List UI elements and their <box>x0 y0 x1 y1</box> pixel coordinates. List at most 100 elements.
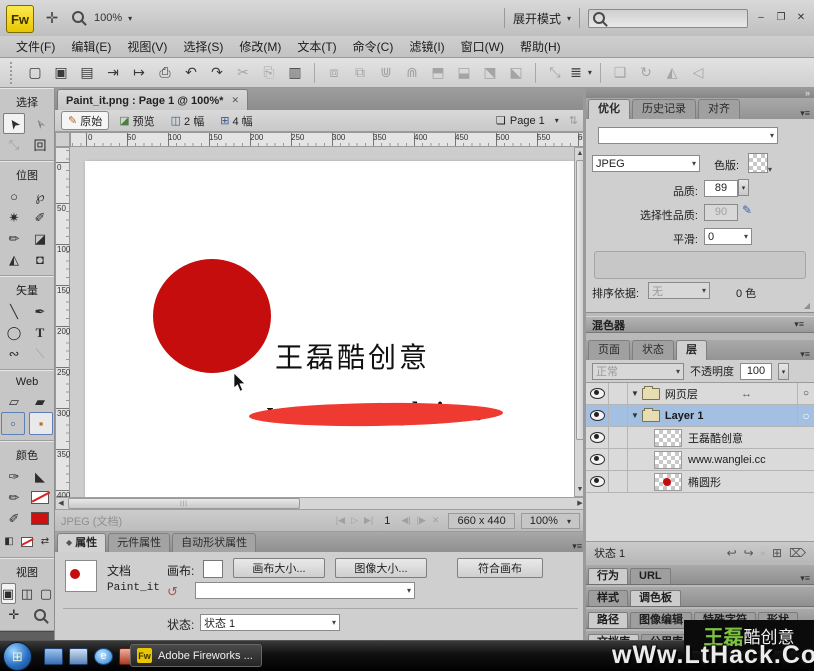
mixer-panel-bar[interactable]: 混色器 ▾≡ <box>586 316 814 333</box>
subselection-tool[interactable]: ➣ <box>29 113 51 134</box>
tab-pages[interactable]: 页面 <box>588 340 630 360</box>
resize-grip-icon[interactable]: ◢ <box>804 301 810 310</box>
menu-select[interactable]: 选择(S) <box>175 36 231 58</box>
show-desktop-icon[interactable] <box>44 648 63 665</box>
zoom-tool-icon[interactable] <box>72 11 84 26</box>
line-tool[interactable]: ╲ <box>3 301 25 322</box>
start-button[interactable]: ⊞ <box>3 642 32 671</box>
eraser-tool[interactable]: ◪ <box>29 228 51 249</box>
canvas-page[interactable]: 王磊酷创意 www.wanglei.cc <box>85 161 574 497</box>
four-up-view-button[interactable]: ⊞4 幅 <box>214 112 258 129</box>
search-input[interactable] <box>588 9 748 28</box>
object-row-ellipse[interactable]: 椭圆形 <box>586 471 814 493</box>
optimize-panel-menu-icon[interactable]: ▾≡ <box>800 108 814 119</box>
default-colors-button[interactable]: ◧ <box>2 531 16 552</box>
switch-windows-icon[interactable] <box>69 648 88 665</box>
zoom-level-dropdown-icon[interactable]: ▾ <box>128 14 132 23</box>
paste-button[interactable]: ▥ <box>283 62 307 84</box>
minimize-button[interactable]: – <box>754 12 768 24</box>
show-slices-button[interactable]: ▪ <box>29 412 53 435</box>
fill-color-swatch[interactable] <box>29 508 51 529</box>
red-circle-object[interactable] <box>153 259 271 373</box>
menu-edit[interactable]: 编辑(E) <box>63 36 119 58</box>
zoom-indicator[interactable]: 100% ▾ <box>521 513 580 529</box>
ruler-origin-corner[interactable] <box>55 132 70 147</box>
layer-row-web-layer[interactable]: ▼ 网页层 ↔ ○ <box>586 383 814 405</box>
text-tool[interactable]: T <box>29 322 51 343</box>
tab-url[interactable]: URL <box>630 568 671 584</box>
menu-modify[interactable]: 修改(M) <box>231 36 289 58</box>
menu-help[interactable]: 帮助(H) <box>512 36 569 58</box>
object-name[interactable]: 王磊酷创意 <box>688 430 743 446</box>
workspace-dropdown-icon[interactable]: ▾ <box>567 14 571 23</box>
flip-horizontal-button[interactable]: ◁ <box>686 62 710 84</box>
export-format-dropdown[interactable]: JPEG▾ <box>592 155 700 172</box>
visibility-eye-icon[interactable] <box>586 383 609 404</box>
canvas-heading-text[interactable]: 王磊酷创意 <box>275 336 430 376</box>
pan-hand-tool[interactable]: ✛ <box>3 604 25 625</box>
previous-state-button[interactable]: ◀| <box>401 515 410 526</box>
object-name[interactable]: www.wanglei.cc <box>688 454 766 466</box>
blur-tool[interactable]: ◭ <box>3 249 25 270</box>
first-state-button[interactable]: |◀ <box>336 515 345 526</box>
paint-bucket-tool[interactable]: ◣ <box>29 466 51 487</box>
image-size-button[interactable]: 图像大小... <box>335 558 427 578</box>
last-state-button[interactable]: ▶| <box>364 515 373 526</box>
split-button[interactable]: ⋒ <box>400 62 424 84</box>
crop-tool[interactable]: 回 <box>29 134 51 155</box>
document-tab[interactable]: Paint_it.png : Page 1 @ 100%* ✕ <box>57 89 248 111</box>
opacity-slider-icon[interactable]: ▾ <box>778 363 789 380</box>
stroke-color-icon[interactable]: ✏ <box>3 487 25 508</box>
behaviors-panel-menu-icon[interactable]: ▾≡ <box>800 573 814 584</box>
ungroup-button[interactable]: ⧉ <box>348 62 372 84</box>
tab-align[interactable]: 对齐 <box>698 99 740 119</box>
full-screen-mode-button[interactable]: ▢ <box>39 583 54 604</box>
pen-tool[interactable]: ✒ <box>29 301 51 322</box>
tab-properties[interactable]: ◆属性 <box>57 533 106 552</box>
state-dropdown[interactable]: 状态 1▾ <box>200 614 340 631</box>
copy-button[interactable]: ⎘ <box>257 62 281 84</box>
standard-screen-mode-button[interactable]: ▣ <box>1 583 16 604</box>
open-button[interactable]: ▤ <box>75 62 99 84</box>
knife-tool[interactable]: ⟍ <box>29 343 51 364</box>
tab-layers[interactable]: 层 <box>676 340 707 360</box>
rotate-button[interactable]: ↻ <box>634 62 658 84</box>
save-button[interactable]: ▣ <box>49 62 73 84</box>
flip-vertical-button[interactable]: ◭ <box>660 62 684 84</box>
canvas-size-button[interactable]: 画布大小... <box>233 558 325 578</box>
layer-select-radio[interactable]: ○ <box>797 405 814 426</box>
layer-select-radio[interactable]: ○ <box>797 383 814 404</box>
page-selector[interactable]: ❏ Page 1 ▾ ⇅ <box>496 114 586 127</box>
fit-canvas-button[interactable]: 符合画布 <box>457 558 543 578</box>
export-button[interactable]: ↦ <box>127 62 151 84</box>
cut-button[interactable]: ✂ <box>231 62 255 84</box>
send-backward-button[interactable]: ⬔ <box>478 62 502 84</box>
redo-button[interactable]: ↷ <box>205 62 229 84</box>
slice-tool[interactable]: ▰ <box>29 391 51 412</box>
tab-path[interactable]: 路径 <box>588 612 628 628</box>
tab-symbol-properties[interactable]: 元件属性 <box>108 533 170 552</box>
tab-optimize[interactable]: 优化 <box>588 99 630 119</box>
two-up-view-button[interactable]: ◫2 幅 <box>165 112 211 129</box>
stroke-color-swatch[interactable] <box>29 487 51 508</box>
new-layer-icon[interactable]: ⊞ <box>772 546 782 560</box>
next-state-button[interactable]: |▶ <box>417 515 426 526</box>
brush-tool[interactable]: ✐ <box>29 207 51 228</box>
import-button[interactable]: ⇥ <box>101 62 125 84</box>
horizontal-scrollbar-thumb[interactable]: ||| <box>68 498 300 509</box>
join-button[interactable]: ⋓ <box>374 62 398 84</box>
scale-tool[interactable]: ⤡ <box>3 134 25 155</box>
animation-dropdown[interactable]: ▾ <box>195 582 415 599</box>
tab-autoshape-properties[interactable]: 自动形状属性 <box>172 533 256 552</box>
fill-color-icon[interactable]: ✐ <box>3 508 25 529</box>
saved-settings-dropdown[interactable]: ▾ <box>598 127 778 144</box>
tab-states[interactable]: 状态 <box>632 340 674 360</box>
object-row-url-text[interactable]: www.wanglei.cc <box>586 449 814 471</box>
workspace-switcher[interactable]: 展开模式 <box>513 10 561 27</box>
canvas-viewport[interactable]: 王磊酷创意 www.wanglei.cc <box>70 147 574 497</box>
state-forward-icon[interactable]: ↪ <box>744 546 754 560</box>
layers-panel-menu-icon[interactable]: ▾≡ <box>800 349 814 360</box>
hotspot-tool[interactable]: ▱ <box>3 391 25 412</box>
tab-image-edit[interactable]: 图像编辑 <box>630 612 692 628</box>
internet-explorer-icon[interactable]: e <box>94 648 113 665</box>
